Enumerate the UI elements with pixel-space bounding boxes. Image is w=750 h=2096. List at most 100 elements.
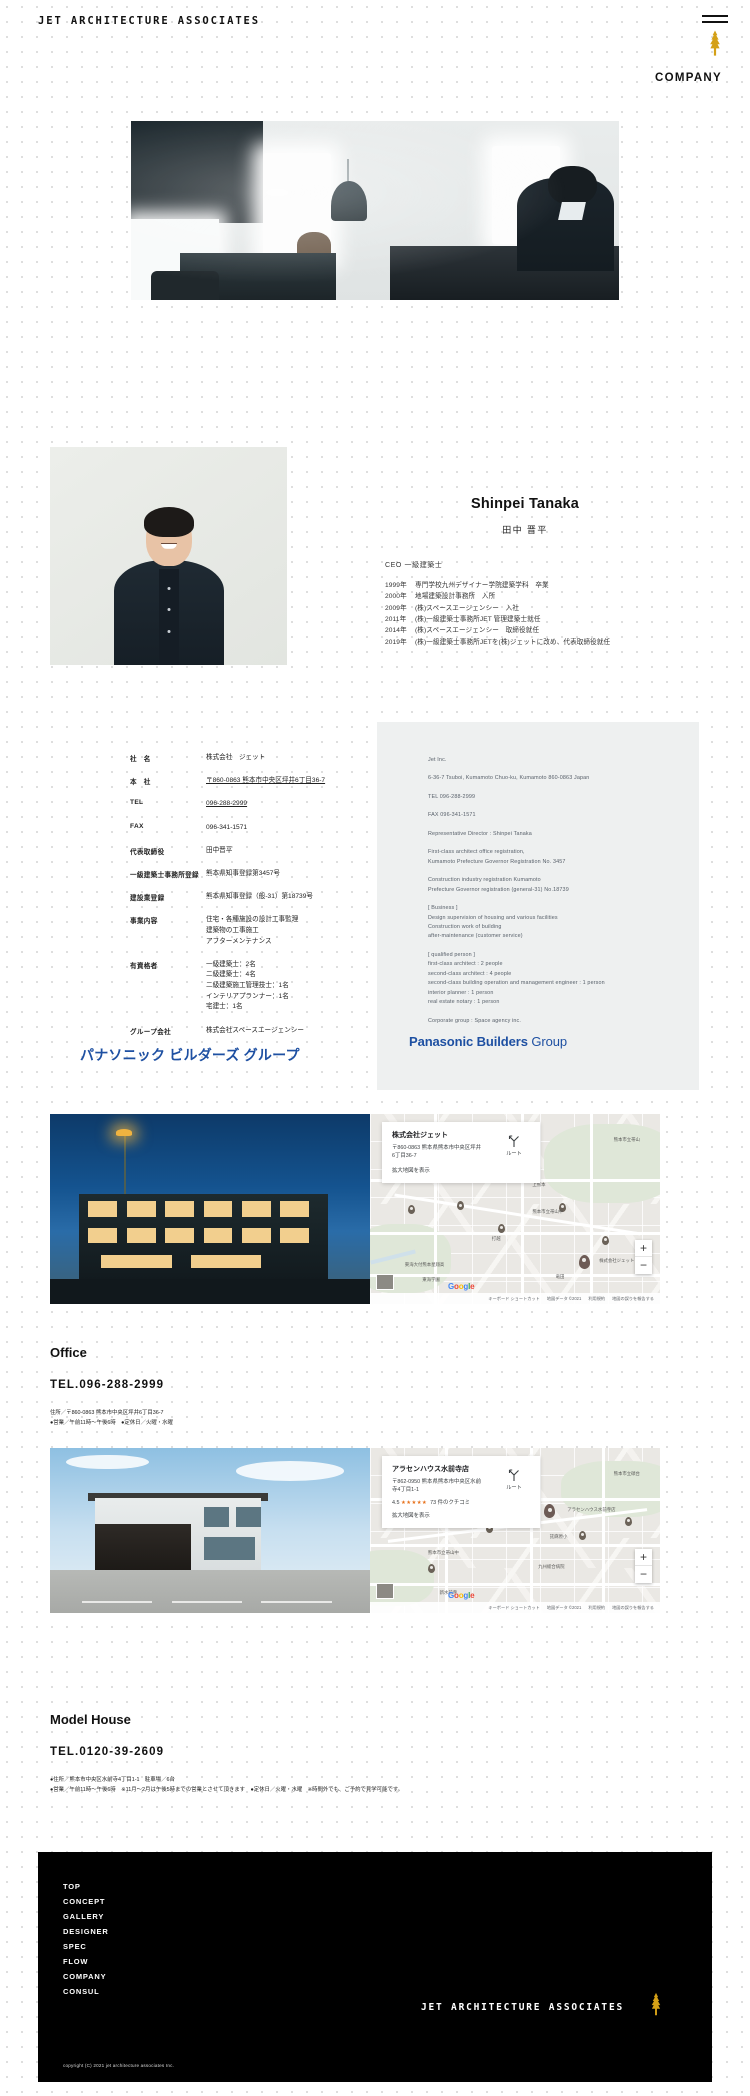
map-card-expand-link[interactable]: 拡大地図を表示 xyxy=(392,1511,531,1519)
history-text: (株)スペースエージェンシー 取締役就任 xyxy=(415,627,540,635)
company-info-section: 社 名 株式会社 ジェット本 社 〒860-0863 熊本市中央区坪井6丁目36-7… xyxy=(0,722,750,1090)
map-attr-3[interactable]: 地図の誤りを報告する xyxy=(612,1602,654,1613)
model-house-title: Model House xyxy=(50,1712,131,1727)
map-attribution-bar: キーボード ショートカット 地図データ ©2021 利用規約 地図の誤りを報告す… xyxy=(370,1293,660,1304)
footer-nav-spec[interactable]: SPEC xyxy=(63,1939,109,1954)
site-logo-text[interactable]: JET ARCHITECTURE ASSOCIATES xyxy=(38,15,260,27)
history-text: (株)一級建築士事務所JET 管理建築士就任 xyxy=(415,615,541,623)
model-house-photo xyxy=(50,1448,370,1613)
company-info-label: TEL xyxy=(130,799,144,807)
hamburger-menu-icon[interactable] xyxy=(702,13,728,29)
company-info-value-line: 一級建築士：2名 xyxy=(206,960,256,968)
company-info-value-line: インテリアプランナー：1名 xyxy=(206,992,289,1000)
page-title: COMPANY xyxy=(654,72,722,84)
company-info-value-line: 096-341-1571 xyxy=(206,823,248,831)
footer-nav-designer[interactable]: DESIGNER xyxy=(63,1924,109,1939)
company-info-row: 一級建築士事務所登録 熊本県知事登録第3457号 xyxy=(130,869,380,880)
company-info-value[interactable]: 〒860-0863 熊本市中央区坪井6丁目36-7 xyxy=(206,776,380,787)
panasonic-bold-text: Panasonic Builders xyxy=(409,1034,528,1049)
map-attr-2[interactable]: 利用規約 xyxy=(588,1602,605,1613)
company-info-value[interactable]: 096-288-2999 xyxy=(206,799,380,810)
rating-reviews: 73 件のクチコミ xyxy=(430,1499,471,1506)
history-row: 2000年 地場建築設計事務所 入所 xyxy=(385,591,610,602)
map-card-address-line2: 寺4丁目1-1 xyxy=(392,1487,419,1494)
office-meta: 住所／〒860-0863 熊本市中央区坪井6丁目36-7 ●営業／午前11時〜午… xyxy=(50,1408,173,1428)
footer-nav-flow[interactable]: FLOW xyxy=(63,1954,109,1969)
map-attr-1: 地図データ ©2021 xyxy=(546,1605,582,1610)
designer-history-list: 1999年 専門学校九州デザイナー学院建築学科 卒業 2000年 地場建築設計事務所 … xyxy=(385,580,610,648)
company-info-label: 建設業登録 xyxy=(130,895,165,903)
office-google-map[interactable]: 株式会社ジェット 熊本市立帯山 上熊本 熊本市立帯山中 打越 東海大付熊本星翔高… xyxy=(370,1114,660,1304)
company-info-value-line: 〒860-0863 熊本市中央区坪井6丁目36-7 xyxy=(206,777,326,785)
history-year: 2019年 xyxy=(385,638,407,646)
map-route-button[interactable]: ルート xyxy=(498,1468,530,1491)
map-label: 打越 xyxy=(491,1236,501,1242)
map-zoom-out-button[interactable]: − xyxy=(635,1257,652,1274)
company-info-value: 熊本県知事登録（般-31）第18739号 xyxy=(206,892,380,903)
map-zoom-out-button[interactable]: − xyxy=(635,1566,652,1583)
history-row: 2014年 (株)スペースエージェンシー 取締役就任 xyxy=(385,625,610,636)
map-label: 九州総合病院 xyxy=(538,1564,565,1570)
map-street-view-thumbnail[interactable] xyxy=(376,1583,394,1599)
designer-portrait-photo xyxy=(50,447,287,665)
history-row: 1999年 専門学校九州デザイナー学院建築学科 卒業 xyxy=(385,580,610,591)
company-info-value-line: 株式会社 ジェット xyxy=(206,754,266,761)
map-route-label: ルート xyxy=(506,1151,522,1157)
model-house-meta-line2: ●営業／午前11時〜午後6時 ※11月〜2月は午後5時までの営業とさせて頂きます… xyxy=(50,1787,404,1793)
company-info-label: 社 名 xyxy=(130,756,151,763)
map-card-address-line1: 〒862-0950 熊本県熊本市中央区水前 xyxy=(392,1479,481,1485)
rating-value: 4.5 xyxy=(392,1499,400,1506)
company-info-row: FAX 096-341-1571 xyxy=(130,823,380,834)
history-text: 地場建築設計事務所 入所 xyxy=(415,593,496,601)
company-info-label: 本 社 xyxy=(130,779,151,787)
footer-nav-gallery[interactable]: GALLERY xyxy=(63,1909,109,1924)
footer-nav-concept[interactable]: CONCEPT xyxy=(63,1894,109,1909)
company-info-english: Jet Inc. 6-36-7 Tsuboi, Kumamoto Chuo-ku,… xyxy=(428,756,693,1035)
site-header: JET ARCHITECTURE ASSOCIATES xyxy=(0,0,750,60)
history-year: 2011年 xyxy=(385,615,407,623)
company-info-row: 代表取締役 田中晋平 xyxy=(130,846,380,857)
map-attribution-bar: キーボード ショートカット 地図データ ©2021 利用規約 地図の誤りを報告す… xyxy=(370,1602,660,1613)
map-pin-label: 株式会社ジェット xyxy=(599,1259,635,1265)
office-tel[interactable]: TEL.096-288-2999 xyxy=(50,1379,164,1391)
footer-nav-consul[interactable]: CONSUL xyxy=(63,1984,109,1999)
office-map-info-card[interactable]: 株式会社ジェット 〒860-0863 熊本県熊本市中央区坪井 6丁目36-7 拡… xyxy=(382,1122,540,1183)
google-logo: Google xyxy=(448,1591,475,1600)
map-attr-3[interactable]: 地図の誤りを報告する xyxy=(612,1293,654,1304)
company-info-value: 田中晋平 xyxy=(206,846,380,857)
map-label: 熊本市立帯山中 xyxy=(428,1551,459,1557)
company-info-value: 住宅・各種施設の設計工事監理 建築物の工事施工 アフターメンテナンス xyxy=(206,915,380,947)
map-zoom-in-button[interactable]: + xyxy=(635,1549,652,1566)
model-house-tel[interactable]: TEL.0120-39-2609 xyxy=(50,1746,164,1758)
model-house-google-map[interactable]: アラセンハウス水前寺店 中央区 託麻原小 熊本市立帯山中 九州総合病院 新水前寺… xyxy=(370,1448,660,1613)
history-text: (株)一級建築士事務所JETを(株)ジェットに改め、代表取締役就任 xyxy=(415,638,611,646)
company-info-label: 有資格者 xyxy=(130,962,158,970)
map-label: 東海学園 xyxy=(422,1278,440,1284)
model-house-map-info-card[interactable]: アラセンハウス水前寺店 〒862-0950 熊本県熊本市中央区水前 寺4丁目1-… xyxy=(382,1456,540,1528)
footer-nav-top[interactable]: TOP xyxy=(63,1879,109,1894)
designer-role: CEO 一級建築士 xyxy=(385,562,443,569)
rating-stars: ★★★★★ xyxy=(401,1499,428,1506)
map-card-expand-link[interactable]: 拡大地図を表示 xyxy=(392,1166,531,1174)
map-zoom-controls[interactable]: + − xyxy=(635,1549,652,1583)
company-info-en-paragraph: FAX 096-341-1571 xyxy=(428,812,476,819)
map-route-button[interactable]: ルート xyxy=(498,1134,530,1157)
route-icon xyxy=(508,1469,519,1481)
company-info-value: 熊本県知事登録第3457号 xyxy=(206,869,380,880)
company-info-value-line: 096-288-2999 xyxy=(206,800,248,808)
company-info-row: 有資格者 一級建築士：2名 二級建築士：4名 二級建築施工管理技士：1名 インテリアプラ… xyxy=(130,960,380,1013)
map-label: 熊本市立帯山 xyxy=(613,1137,640,1143)
company-info-row: TEL 096-288-2999 xyxy=(130,799,380,810)
history-row: 2011年 (株)一級建築士事務所JET 管理建築士就任 xyxy=(385,614,610,625)
company-info-value: 096-341-1571 xyxy=(206,823,380,834)
map-card-address-line1: 〒860-0863 熊本県熊本市中央区坪井 xyxy=(392,1145,481,1151)
route-icon xyxy=(508,1135,519,1147)
footer-nav-company[interactable]: COMPANY xyxy=(63,1969,109,1984)
office-meta-line1: 住所／〒860-0863 熊本市中央区坪井6丁目36-7 xyxy=(50,1410,164,1416)
map-zoom-in-button[interactable]: + xyxy=(635,1240,652,1257)
map-zoom-controls[interactable]: + − xyxy=(635,1240,652,1274)
map-label: 東海大付熊本星翔高 xyxy=(404,1263,445,1269)
map-street-view-thumbnail[interactable] xyxy=(376,1274,394,1290)
map-attr-2[interactable]: 利用規約 xyxy=(588,1293,605,1304)
footer-logo-text[interactable]: JET ARCHITECTURE ASSOCIATES xyxy=(421,2002,624,2013)
